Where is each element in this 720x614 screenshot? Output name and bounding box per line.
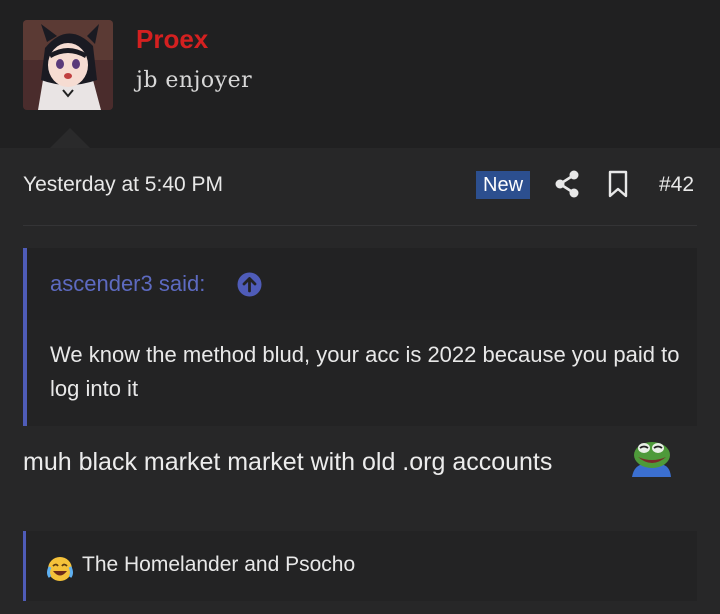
quote-header: ascender3 said: bbox=[27, 248, 697, 320]
quote-author[interactable]: ascender3 said: bbox=[50, 271, 205, 297]
signature-text: The Homelander and Psocho bbox=[82, 553, 356, 576]
divider bbox=[23, 225, 697, 226]
bookmark-icon[interactable] bbox=[606, 170, 630, 198]
message-arrow bbox=[50, 128, 90, 148]
share-icon[interactable] bbox=[554, 170, 580, 198]
arrow-up-circle-icon[interactable] bbox=[237, 272, 262, 297]
post: Yesterday at 5:40 PM New #42 ascender3 s… bbox=[0, 148, 720, 614]
avatar[interactable] bbox=[23, 20, 113, 110]
user-header: Proex jb enjoyer bbox=[0, 0, 720, 148]
quote-body: We know the method blud, your acc is 202… bbox=[50, 342, 680, 401]
post-timestamp[interactable]: Yesterday at 5:40 PM bbox=[23, 173, 223, 197]
user-title: jb enjoyer bbox=[136, 68, 253, 93]
post-number[interactable]: #42 bbox=[659, 173, 694, 197]
quote-block: ascender3 said: We know the method blud,… bbox=[23, 248, 697, 426]
username[interactable]: Proex bbox=[136, 24, 208, 55]
crying-laughing-icon bbox=[47, 557, 73, 581]
signature: The Homelander and Psocho bbox=[23, 531, 697, 601]
post-meta: Yesterday at 5:40 PM New #42 bbox=[0, 148, 720, 224]
new-badge: New bbox=[476, 171, 531, 199]
post-message: muh black market market with old .org ac… bbox=[23, 448, 553, 476]
pepe-laugh-icon bbox=[632, 442, 671, 477]
